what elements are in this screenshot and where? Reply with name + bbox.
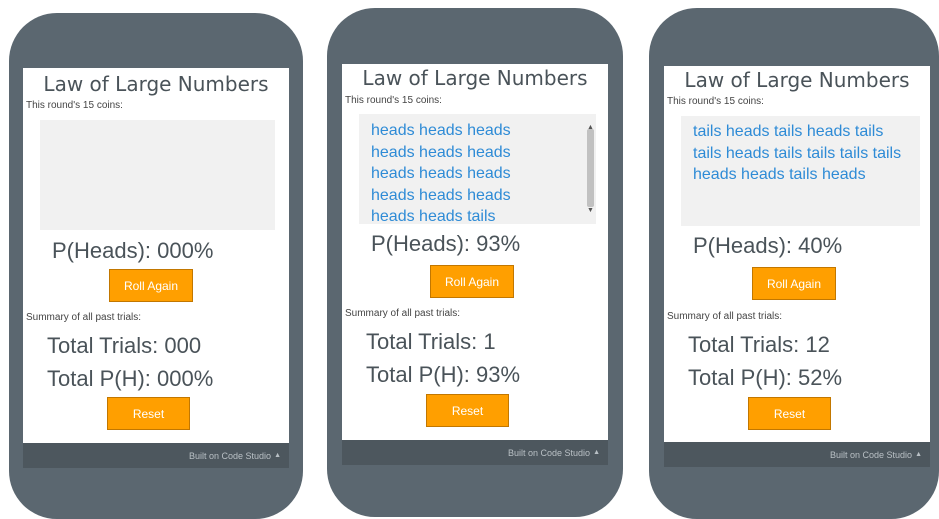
coins-label: This round's 15 coins: [345,95,442,106]
coin-results-text: heads heads heads heads heads heads head… [371,122,511,224]
roll-again-button[interactable]: Roll Again [109,269,193,302]
coin-results-box[interactable] [40,120,275,230]
coins-label: This round's 15 coins: [667,96,764,107]
total-ph-label: Total P(H): 52% [688,365,843,390]
summary-label: Summary of all past trials: [345,308,461,319]
app-screen-2: Law of Large Numbers This round's 15 coi… [342,64,608,441]
app-title: Law of Large Numbers [684,68,910,92]
coins-label: This round's 15 coins: [26,100,123,111]
phone-frame-2: Law of Large Numbers This round's 15 coi… [327,8,623,517]
coin-box-scrollbar[interactable]: ▲ ▼ [584,114,596,224]
coin-results-text: tails heads tails heads tails tails head… [693,123,902,183]
total-ph-label: Total P(H): 000% [47,366,214,391]
p-heads-label: P(Heads): 000% [52,238,214,263]
total-trials-label: Total Trials: 12 [688,332,830,357]
p-heads-label: P(Heads): 40% [693,233,843,258]
app-title: Law of Large Numbers [362,66,588,90]
reset-button[interactable]: Reset [107,397,190,430]
coin-results-box[interactable]: tails heads tails heads tails tails head… [681,116,920,226]
summary-label: Summary of all past trials: [667,311,783,322]
roll-again-button[interactable]: Roll Again [430,265,514,298]
phone-frame-3: Law of Large Numbers This round's 15 coi… [649,8,939,519]
total-ph-label: Total P(H): 93% [366,362,521,387]
app-screen-3: Law of Large Numbers This round's 15 coi… [664,66,930,444]
code-studio-footer[interactable]: Built on Code Studio ▲ [342,440,608,465]
p-heads-label: P(Heads): 93% [371,231,521,256]
total-trials-label: Total Trials: 000 [47,333,202,358]
code-studio-footer[interactable]: Built on Code Studio ▲ [664,442,930,467]
caret-up-icon: ▲ [593,449,600,456]
caret-up-icon: ▲ [274,452,281,459]
coin-results-box[interactable]: heads heads heads heads heads heads head… [359,114,596,224]
reset-button[interactable]: Reset [748,397,831,430]
phone-frame-1: Law of Large Numbers This round's 15 coi… [9,13,303,519]
app-screen-1: Law of Large Numbers This round's 15 coi… [23,68,289,458]
total-trials-label: Total Trials: 1 [366,329,496,354]
footer-label: Built on Code Studio [830,449,913,460]
scroll-thumb[interactable] [587,129,594,207]
app-title: Law of Large Numbers [43,72,269,96]
footer-label: Built on Code Studio [508,447,591,458]
summary-label: Summary of all past trials: [26,312,142,323]
roll-again-button[interactable]: Roll Again [752,267,836,300]
reset-button[interactable]: Reset [426,394,509,427]
footer-label: Built on Code Studio [189,450,272,461]
code-studio-footer[interactable]: Built on Code Studio ▲ [23,443,289,468]
scroll-down-icon[interactable]: ▼ [587,200,594,222]
caret-up-icon: ▲ [915,451,922,458]
